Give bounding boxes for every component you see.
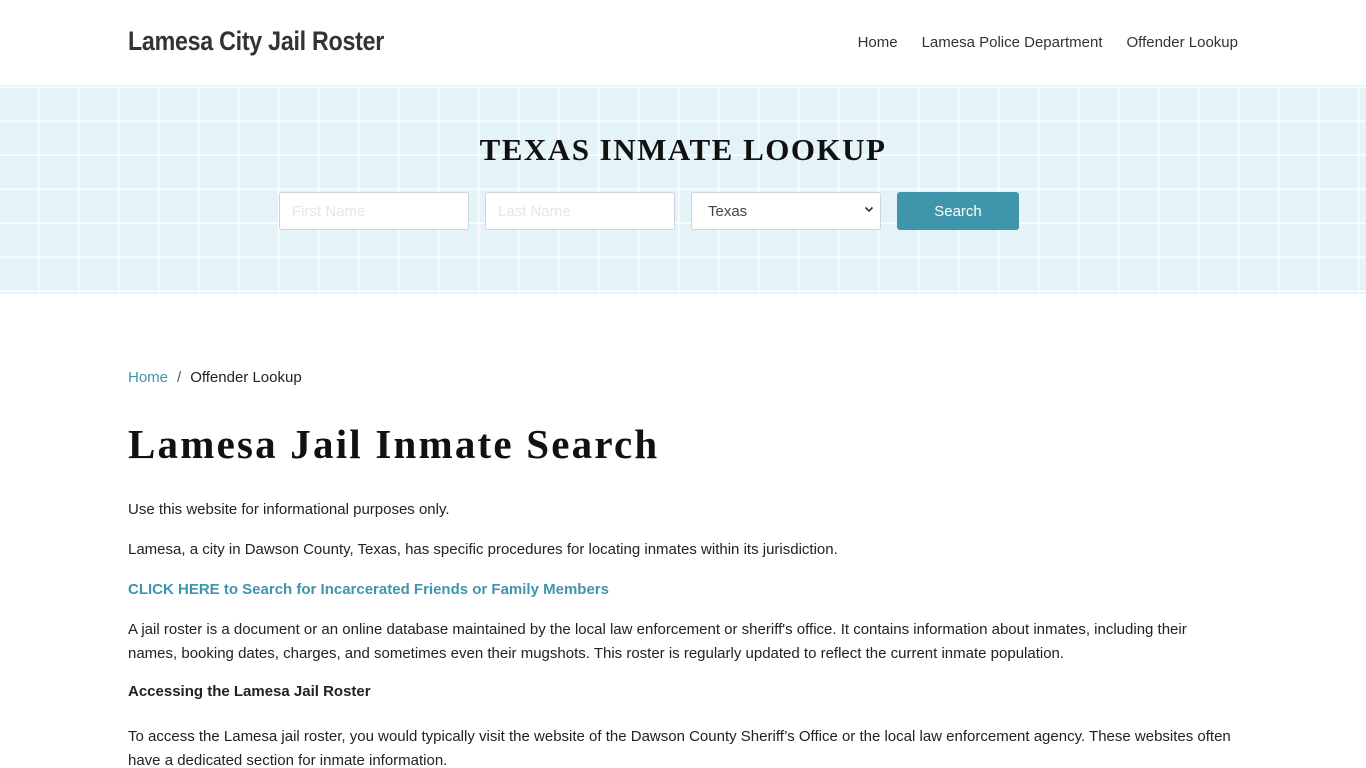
site-brand[interactable]: Lamesa City Jail Roster <box>128 26 384 57</box>
breadcrumb: Home / Offender Lookup <box>128 369 302 386</box>
nav-home[interactable]: Home <box>858 34 898 51</box>
disclaimer-text: Use this website for informational purpo… <box>128 501 450 518</box>
chevron-down-icon <box>864 206 874 213</box>
inmate-search-form: Texas Search <box>279 192 1019 230</box>
nav-offender-lookup[interactable]: Offender Lookup <box>1127 34 1238 51</box>
search-button[interactable]: Search <box>897 192 1019 230</box>
hero-search-section: TEXAS INMATE LOOKUP Texas Search <box>0 85 1366 294</box>
state-select-value: Texas <box>708 202 748 220</box>
nav-lamesa-police-department[interactable]: Lamesa Police Department <box>922 34 1103 51</box>
breadcrumb-current: Offender Lookup <box>190 369 302 386</box>
site-header: Lamesa City Jail Roster Home Lamesa Poli… <box>0 0 1366 85</box>
hero-title: TEXAS INMATE LOOKUP <box>479 132 887 167</box>
intro-text: Lamesa, a city in Dawson County, Texas, … <box>128 541 838 558</box>
section-heading-accessing-roster: Accessing the Lamesa Jail Roster <box>128 683 371 700</box>
main-nav: Home Lamesa Police Department Offender L… <box>858 34 1238 51</box>
first-name-input[interactable] <box>279 192 469 230</box>
accessing-roster-text: To access the Lamesa jail roster, you wo… <box>128 728 1231 768</box>
page-title: Lamesa Jail Inmate Search <box>128 421 660 467</box>
last-name-input[interactable] <box>485 192 675 230</box>
state-select[interactable]: Texas <box>691 192 881 230</box>
breadcrumb-home[interactable]: Home <box>128 369 168 386</box>
roster-description-text: A jail roster is a document or an online… <box>128 621 1187 662</box>
breadcrumb-separator: / <box>177 369 182 386</box>
search-incarcerated-link[interactable]: CLICK HERE to Search for Incarcerated Fr… <box>128 578 1238 602</box>
